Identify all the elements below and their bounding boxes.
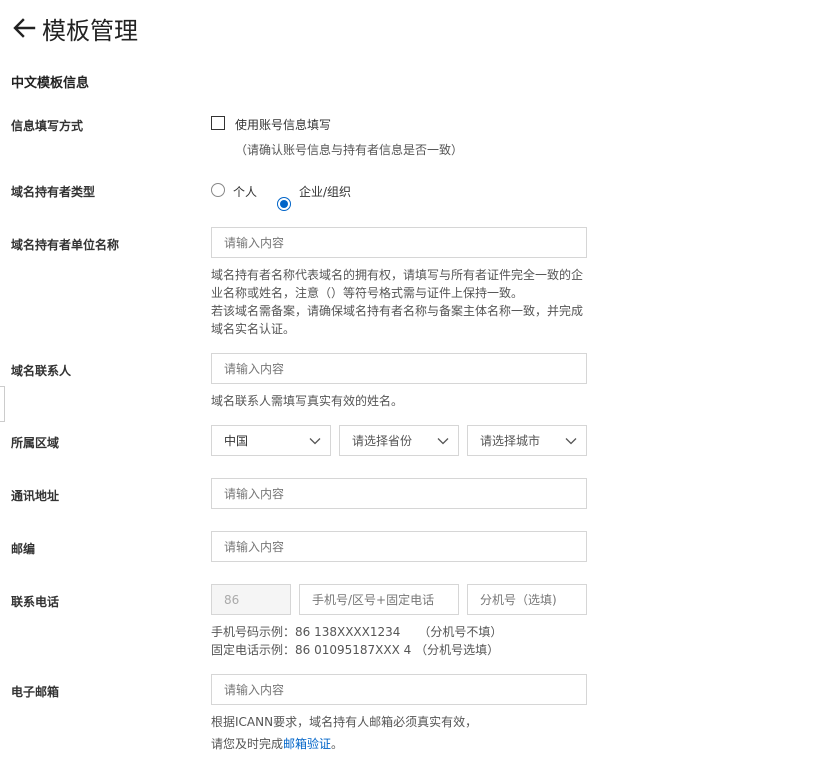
owner-type-radio-organization[interactable] [277, 197, 291, 211]
email-hint-line2: 请您及时完成邮箱验证。 [211, 735, 343, 753]
email-input[interactable] [211, 674, 587, 705]
city-select[interactable]: 请选择城市 [467, 425, 587, 456]
fill-method-label: 信息填写方式 [11, 119, 84, 133]
country-select[interactable]: 中国 [211, 425, 331, 456]
phone-label: 联系电话 [11, 595, 60, 609]
owner-name-hint-line: 域名实名认证。 [211, 322, 296, 336]
email-label: 电子邮箱 [11, 685, 60, 699]
country-select-value: 中国 [224, 434, 249, 448]
owner-name-hint: 域名持有者名称代表域名的拥有权，请填写与所有者证件完全一致的企 业名称或姓名，注… [211, 266, 591, 338]
chevron-down-icon [565, 438, 577, 445]
contact-hint: 域名联系人需填写真实有效的姓名。 [211, 394, 404, 408]
postcode-label: 邮编 [11, 542, 36, 556]
use-account-info-checkbox[interactable] [211, 116, 225, 130]
postcode-input[interactable] [211, 531, 587, 562]
fill-method-hint: （请确认账号信息与持有者信息是否一致） [235, 143, 464, 157]
email-hint-line1: 根据ICANN要求，域名持有人邮箱必须真实有效， [211, 715, 478, 729]
email-hint-prefix: 请您及时完成 [211, 737, 284, 751]
page-header: 模板管理 [10, 10, 138, 46]
owner-name-label: 域名持有者单位名称 [11, 238, 120, 252]
use-account-info-label[interactable]: 使用账号信息填写 [235, 116, 331, 133]
owner-type-option-organization[interactable]: 企业/组织 [299, 183, 351, 200]
phone-number-input[interactable] [299, 584, 459, 615]
owner-type-option-individual[interactable]: 个人 [233, 183, 257, 200]
city-select-placeholder: 请选择城市 [480, 434, 541, 448]
section-title: 中文模板信息 [11, 76, 90, 91]
owner-name-hint-line: 域名持有者名称代表域名的拥有权，请填写与所有者证件完全一致的企 [211, 268, 584, 282]
owner-name-input[interactable] [211, 227, 587, 258]
email-verify-link[interactable]: 邮箱验证 [283, 737, 331, 751]
owner-type-label: 域名持有者类型 [11, 185, 96, 199]
owner-name-hint-line: 若该域名需备案，请确保域名持有者名称与备案主体名称一致，并完成 [211, 304, 584, 318]
email-hint-suffix: 。 [331, 737, 344, 751]
owner-name-hint-line: 业名称或姓名，注意（）等符号格式需与证件上保持一致。 [211, 286, 524, 300]
phone-example-landline: 固定电话示例：86 01095187XXX 4 （分机号选填） [211, 643, 500, 657]
phone-country-code-input [211, 584, 291, 615]
address-input[interactable] [211, 478, 587, 509]
chevron-down-icon [437, 438, 449, 445]
province-select-placeholder: 请选择省份 [352, 434, 413, 448]
region-label: 所属区域 [11, 436, 60, 450]
contact-label: 域名联系人 [11, 364, 72, 378]
chevron-down-icon [309, 438, 321, 445]
side-edge-tab[interactable] [0, 386, 5, 422]
province-select[interactable]: 请选择省份 [339, 425, 459, 456]
owner-type-radio-individual[interactable] [211, 183, 225, 197]
page-title: 模板管理 [42, 16, 138, 45]
back-arrow-icon[interactable] [10, 14, 38, 42]
phone-extension-input[interactable] [467, 584, 587, 615]
phone-example-mobile: 手机号码示例：86 138XXXX1234 （分机号不填） [211, 625, 503, 639]
address-label: 通讯地址 [11, 489, 60, 503]
contact-input[interactable] [211, 353, 587, 384]
